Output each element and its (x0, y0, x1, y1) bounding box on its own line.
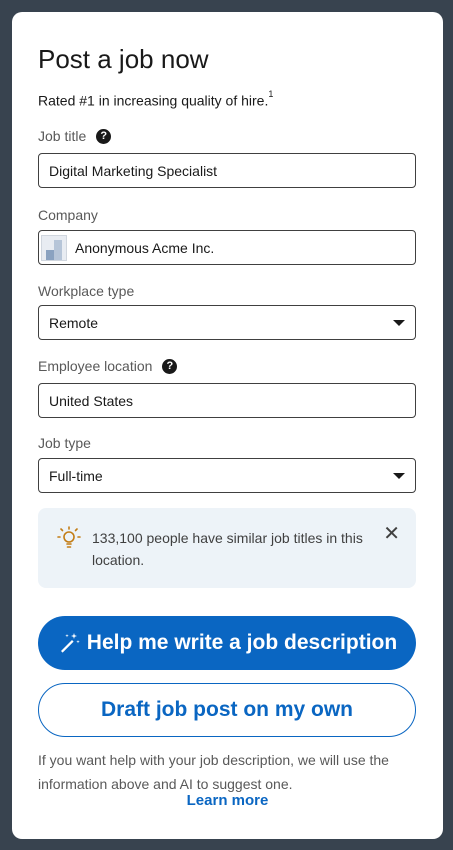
job-type-select[interactable]: Full-time (38, 458, 416, 493)
page-title: Post a job now (38, 44, 209, 74)
job-title-value: Digital Marketing Specialist (49, 162, 218, 179)
employee-location-help-icon[interactable]: ? (162, 358, 178, 374)
workplace-type-label: Workplace type (38, 283, 134, 299)
footnote-marker: 1 (268, 89, 274, 99)
workplace-type-label-text: Workplace type (38, 283, 135, 299)
job-type-label: Job type (38, 435, 91, 451)
close-icon[interactable]: ✕ (383, 524, 400, 544)
employee-location-value: United States (49, 392, 134, 409)
job-title-input[interactable]: Digital Marketing Specialist (38, 153, 416, 188)
workplace-type-value: Remote (49, 314, 99, 331)
job-title-help-icon[interactable]: ? (96, 128, 112, 144)
help-write-description-label: Help me write a job description (86, 631, 398, 654)
caret-down-icon (393, 320, 405, 326)
ai-help-note: If you want help with your job descripti… (38, 752, 389, 792)
subtitle-text: Rated #1 in increasing quality of hire. (38, 92, 269, 109)
job-title-label-text: Job title (38, 128, 87, 144)
job-title-label: Job title ? (38, 128, 112, 144)
lightbulb-icon (56, 525, 82, 556)
post-job-card: Post a job now Rated #1 in increasing qu… (12, 12, 443, 839)
workplace-type-select[interactable]: Remote (38, 305, 416, 340)
draft-job-post-label: Draft job post on my own (101, 698, 353, 721)
job-type-value: Full-time (49, 467, 103, 484)
company-value: Anonymous Acme Inc. (75, 239, 215, 256)
job-type-label-text: Job type (38, 435, 91, 451)
employee-location-input[interactable]: United States (38, 383, 416, 418)
employee-location-label-text: Employee location (38, 358, 153, 374)
help-write-description-button[interactable]: Help me write a job description (38, 616, 416, 670)
learn-more-link[interactable]: Learn more (12, 792, 443, 809)
company-input[interactable]: Anonymous Acme Inc. (38, 230, 416, 265)
company-label: Company (38, 207, 98, 223)
magic-wand-icon (57, 631, 81, 655)
similar-titles-tip: 133,100 people have similar job titles i… (38, 508, 416, 588)
tip-text: 133,100 people have similar job titles i… (92, 530, 363, 568)
company-label-text: Company (38, 207, 98, 223)
caret-down-icon (393, 473, 405, 479)
draft-job-post-button[interactable]: Draft job post on my own (38, 683, 416, 737)
employee-location-label: Employee location ? (38, 358, 178, 374)
subtitle: Rated #1 in increasing quality of hire.1 (38, 89, 274, 109)
company-logo-icon (41, 234, 67, 261)
